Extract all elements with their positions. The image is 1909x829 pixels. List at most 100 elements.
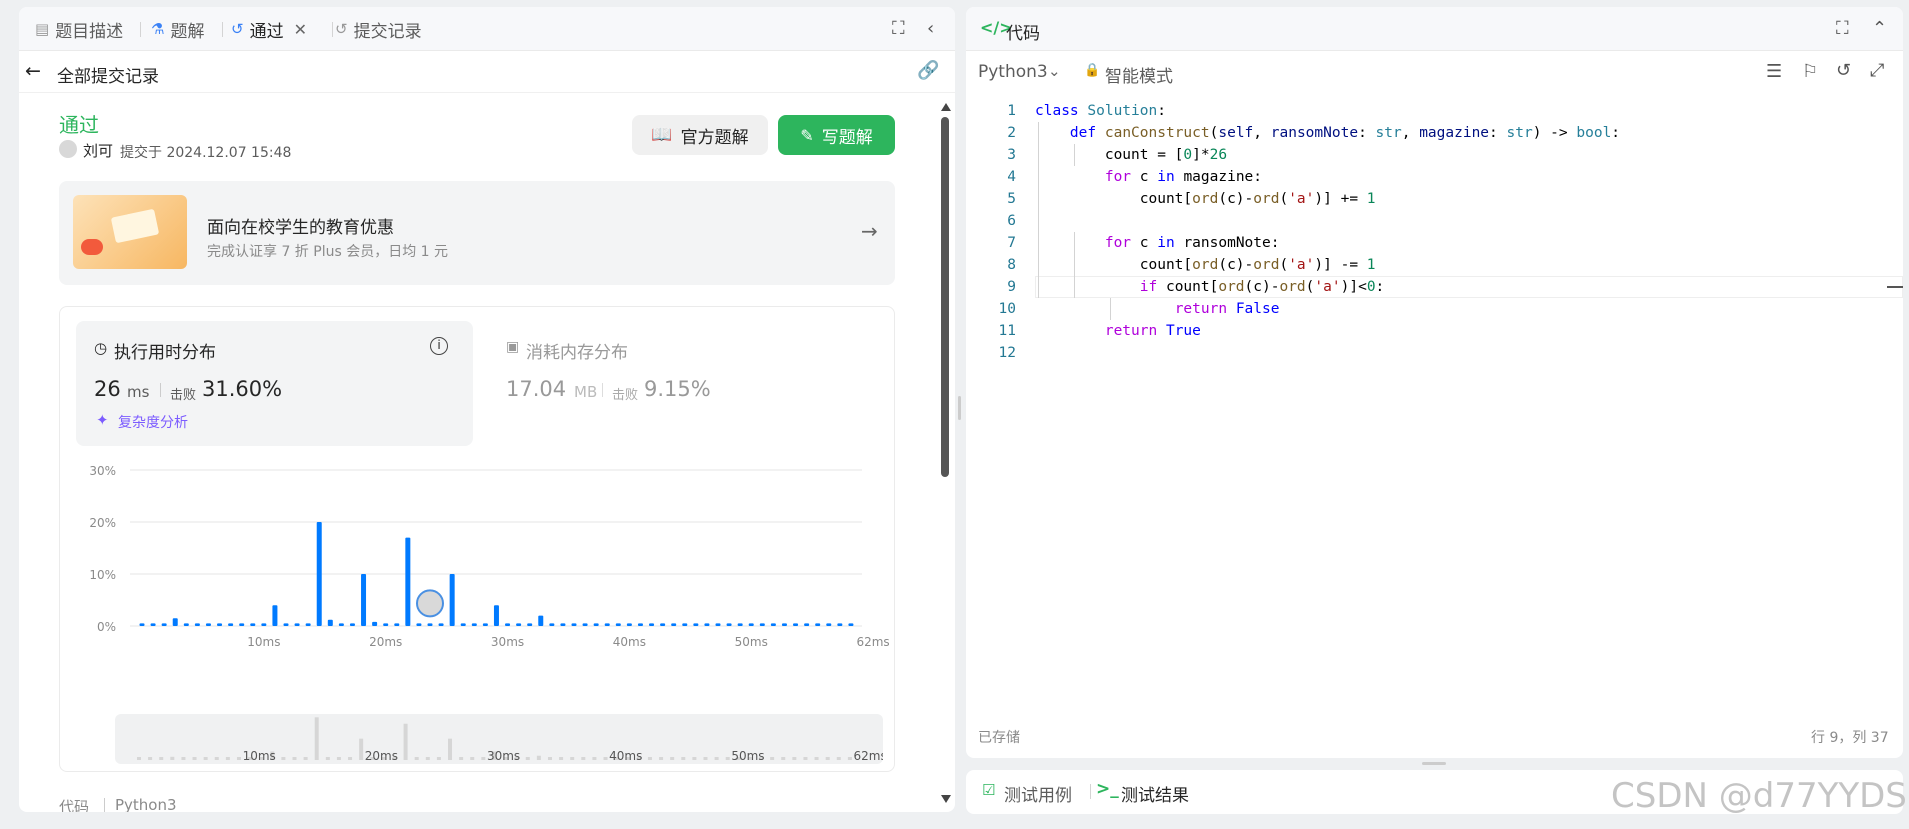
info-icon[interactable]: i — [430, 337, 448, 355]
chart-bar[interactable] — [327, 619, 333, 626]
chart-bar[interactable] — [505, 623, 511, 626]
chart-bar[interactable] — [848, 623, 854, 626]
chart-bar[interactable] — [372, 621, 378, 626]
chart-bar[interactable] — [460, 623, 466, 626]
chart-bar[interactable] — [338, 623, 344, 626]
runtime-distribution-chart[interactable]: 30% 20% 10% 0% 10ms 20ms 30ms 40ms 50ms 62ms — [60, 462, 894, 682]
chart-bar[interactable] — [349, 623, 355, 626]
chart-bar[interactable] — [770, 623, 776, 626]
chart-bar[interactable] — [615, 623, 621, 626]
chart-bar[interactable] — [538, 615, 544, 626]
username[interactable]: 刘可 — [83, 140, 113, 161]
bookmark-icon[interactable]: ⚐ — [1802, 61, 1818, 82]
education-promo-banner[interactable]: 面向在校学生的教育优惠 完成认证享 7 折 Plus 会员，日均 1 元 → — [59, 181, 895, 285]
chart-bar[interactable] — [272, 605, 278, 626]
vertical-resize-handle[interactable] — [958, 396, 961, 420]
chart-bar[interactable] — [283, 623, 289, 626]
chart-bar[interactable] — [759, 623, 765, 626]
chart-bar[interactable] — [826, 623, 832, 626]
chart-bar[interactable] — [482, 623, 488, 626]
chart-bar[interactable] — [183, 623, 189, 626]
chart-bar[interactable] — [815, 623, 821, 626]
chevron-up-icon[interactable]: ⌃ — [1872, 18, 1887, 39]
chart-bar[interactable] — [316, 522, 322, 626]
chart-bar[interactable] — [438, 623, 444, 626]
chart-bar[interactable] — [715, 623, 721, 626]
fullscreen-icon[interactable]: ⛶ — [1836, 18, 1849, 39]
chart-bar[interactable] — [649, 623, 655, 626]
scrollbar[interactable] — [941, 103, 951, 803]
chart-bar[interactable] — [748, 623, 754, 626]
close-icon[interactable]: ✕ — [294, 20, 307, 39]
tab-accepted[interactable]: ↺ 通过 ✕ — [231, 7, 307, 51]
chart-bar[interactable] — [781, 623, 787, 626]
chart-bar[interactable] — [693, 623, 699, 626]
runtime-box[interactable]: ◷ 执行用时分布 i 26 ms 击败 31.60% ✦ 复杂度分析 — [76, 321, 473, 446]
tab-solutions[interactable]: ⚗ 题解 — [151, 7, 204, 51]
format-icon[interactable]: ☰ — [1766, 61, 1782, 82]
chart-bar[interactable] — [737, 623, 743, 626]
code-tab-title[interactable]: 代码 — [1006, 19, 1040, 44]
chart-bar[interactable] — [516, 623, 522, 626]
link-icon[interactable]: 🔗 — [917, 60, 939, 81]
chart-range-slider[interactable]: 10ms 20ms 30ms 40ms 50ms 62ms — [115, 714, 883, 764]
chart-bar[interactable] — [205, 623, 211, 626]
code-editor[interactable]: 1 class Solution: 2 def canConstruct(self… — [966, 100, 1903, 700]
reset-icon[interactable]: ↺ — [1836, 60, 1851, 81]
chart-bar[interactable] — [493, 605, 499, 626]
chart-bar[interactable] — [637, 623, 643, 626]
fullscreen-icon[interactable]: ⛶ — [892, 18, 905, 39]
chart-bar[interactable] — [261, 623, 267, 626]
chart-bar[interactable] — [194, 623, 200, 626]
chart-bar[interactable] — [427, 623, 433, 626]
chart-bar[interactable] — [139, 623, 145, 626]
tab-submissions[interactable]: ↺ 提交记录 — [335, 7, 422, 51]
chart-bar[interactable] — [471, 623, 477, 626]
back-arrow-icon[interactable]: ← — [25, 60, 41, 82]
chart-bar[interactable] — [604, 623, 610, 626]
chart-bar[interactable] — [571, 623, 577, 626]
complexity-analysis-link[interactable]: 复杂度分析 — [118, 412, 188, 432]
chart-bar[interactable] — [582, 623, 588, 626]
chart-bar[interactable] — [161, 623, 167, 626]
chart-bar[interactable] — [793, 623, 799, 626]
chart-bar[interactable] — [394, 623, 400, 626]
language-select[interactable]: Python3 — [978, 62, 1048, 82]
chart-bar[interactable] — [150, 623, 156, 626]
chart-bar[interactable] — [671, 623, 677, 626]
tab-description[interactable]: ▤ 题目描述 — [35, 7, 123, 51]
expand-icon[interactable]: ⤢ — [1870, 60, 1884, 81]
tab-test-result[interactable]: 测试结果 — [1121, 781, 1189, 806]
chart-bar[interactable] — [682, 623, 688, 626]
memory-box[interactable]: ▣ 消耗内存分布 17.04 MB 击败 9.15% — [488, 321, 885, 446]
chart-bar[interactable] — [804, 623, 810, 626]
chart-bar[interactable] — [239, 623, 245, 626]
official-solution-button[interactable]: 📖 官方题解 — [632, 115, 768, 155]
chevron-down-icon[interactable]: ⌄ — [1048, 62, 1061, 80]
chart-bar[interactable] — [294, 623, 300, 626]
chart-bar[interactable] — [228, 623, 234, 626]
scrollbar-thumb[interactable] — [941, 117, 949, 477]
chart-bar[interactable] — [361, 574, 367, 626]
chart-bar[interactable] — [172, 618, 178, 626]
chart-bar[interactable] — [704, 623, 710, 626]
chart-bar[interactable] — [217, 623, 223, 626]
tab-testcase[interactable]: 测试用例 — [1004, 781, 1072, 806]
chart-bar[interactable] — [449, 574, 455, 626]
chart-bar[interactable] — [383, 623, 389, 626]
chart-bar[interactable] — [527, 623, 533, 626]
chart-bar[interactable] — [560, 623, 566, 626]
smart-mode-label[interactable]: 智能模式 — [1105, 62, 1173, 87]
chart-bar[interactable] — [549, 623, 555, 626]
chart-bar[interactable] — [726, 623, 732, 626]
write-solution-button[interactable]: ✎ 写题解 — [778, 115, 895, 155]
chart-bar[interactable] — [660, 623, 666, 626]
chart-bar[interactable] — [837, 623, 843, 626]
collapse-icon[interactable]: ‹ — [927, 18, 934, 39]
chart-bar[interactable] — [626, 623, 632, 626]
panel-resize-handle[interactable] — [1422, 762, 1446, 765]
chart-bar[interactable] — [416, 623, 422, 626]
chart-bar[interactable] — [305, 623, 311, 626]
chart-bar[interactable] — [593, 623, 599, 626]
chart-bar[interactable] — [405, 537, 411, 626]
